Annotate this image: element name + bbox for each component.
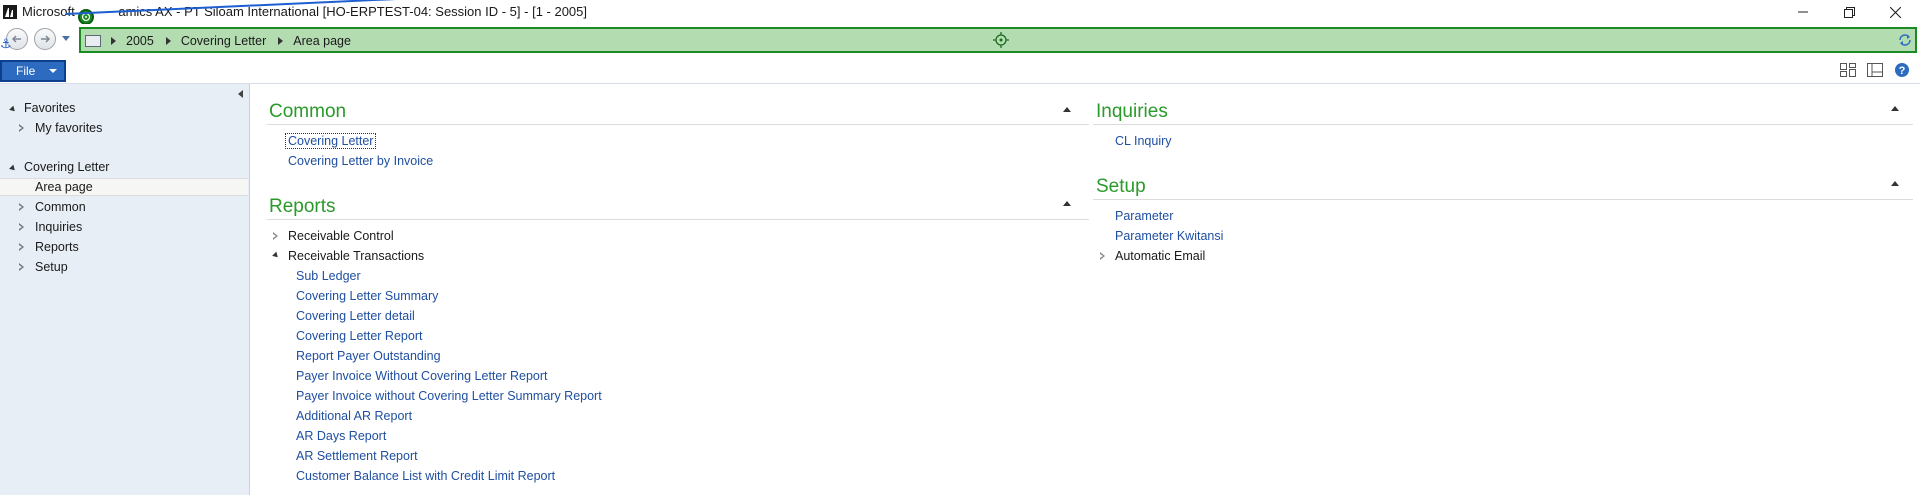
forward-arrow-icon	[41, 35, 51, 43]
anchor-icon: ⚓	[0, 36, 12, 51]
link-report[interactable]: Covering Letter Report	[296, 329, 422, 343]
sidebar-group-covering-letter[interactable]: Covering Letter	[0, 158, 248, 176]
breadcrumb-company[interactable]: 2005	[126, 34, 154, 48]
file-menu-label: File	[16, 64, 36, 78]
collapsed-triangle-icon	[19, 243, 24, 251]
group-receivable-transactions[interactable]: Receivable Transactions	[288, 249, 424, 263]
crosshair-icon	[993, 32, 1009, 48]
collapsed-triangle-icon	[19, 223, 24, 231]
minimize-icon	[1798, 11, 1808, 13]
link-report[interactable]: AR Days Report	[296, 429, 386, 443]
link-report[interactable]: Covering Letter Summary	[296, 289, 438, 303]
collapsed-triangle-icon	[19, 124, 24, 132]
sidebar-group-favorites[interactable]: Favorites	[0, 99, 248, 117]
sidebar-item-label: My favorites	[35, 121, 103, 135]
sidebar-item-area-page[interactable]: Area page	[0, 178, 248, 196]
panel-icon	[1867, 63, 1883, 77]
breadcrumb-separator-icon[interactable]	[111, 37, 116, 45]
link-report[interactable]: Covering Letter detail	[296, 309, 415, 323]
sidebar-item-reports[interactable]: Reports	[0, 238, 248, 256]
collapsed-triangle-icon[interactable]	[273, 232, 278, 240]
sidebar-item-label: Reports	[35, 240, 79, 254]
collapse-pane-icon[interactable]	[238, 90, 243, 98]
section-title-reports: Reports	[269, 196, 336, 217]
collapse-section-icon[interactable]	[1891, 181, 1899, 186]
sidebar-item-inquiries[interactable]: Inquiries	[0, 218, 248, 236]
collapsed-triangle-icon[interactable]	[1100, 252, 1105, 260]
navigation-pane-button[interactable]	[1866, 62, 1884, 78]
forward-button[interactable]	[34, 28, 56, 50]
section-divider	[267, 124, 1089, 125]
collapse-section-icon[interactable]	[1063, 201, 1071, 206]
help-icon: ?	[1895, 63, 1909, 77]
sidebar-item-label: Inquiries	[35, 220, 83, 234]
sidebar-group-label: Covering Letter	[24, 160, 110, 174]
refresh-icon[interactable]	[1897, 32, 1913, 48]
file-menu-button[interactable]: File	[0, 60, 66, 82]
address-grid-icon[interactable]	[85, 35, 101, 47]
section-title-common: Common	[269, 101, 347, 122]
link-report[interactable]: Additional AR Report	[296, 409, 412, 423]
restore-icon	[1843, 6, 1855, 18]
link-report[interactable]: Report Payer Outstanding	[296, 349, 441, 363]
link-parameter-kwitansi[interactable]: Parameter Kwitansi	[1115, 229, 1223, 243]
sidebar-group-label: Favorites	[24, 101, 76, 115]
link-parameter[interactable]: Parameter	[1115, 209, 1173, 223]
command-row: File ?	[0, 58, 1920, 84]
address-bar[interactable]: 2005 Covering Letter Area page	[79, 27, 1917, 53]
collapsed-triangle-icon	[19, 203, 24, 211]
dynamics-ax-logo-icon	[3, 5, 17, 19]
link-report[interactable]: Payer Invoice without Covering Letter Su…	[296, 389, 602, 403]
restore-button[interactable]	[1826, 0, 1872, 24]
expanded-triangle-icon	[9, 164, 17, 173]
link-report[interactable]: Payer Invoice Without Covering Letter Re…	[296, 369, 548, 383]
section-title-setup: Setup	[1096, 176, 1146, 197]
link-cl-inquiry[interactable]: CL Inquiry	[1115, 134, 1172, 148]
breadcrumb-separator-icon[interactable]	[165, 37, 171, 45]
sidebar-item-my-favorites[interactable]: My favorites	[0, 119, 248, 137]
sidebar-item-common[interactable]: Common	[0, 198, 248, 216]
group-receivable-control[interactable]: Receivable Control	[288, 229, 394, 243]
link-report[interactable]: AR Settlement Report	[296, 449, 418, 463]
sidebar-item-setup[interactable]: Setup	[0, 258, 248, 276]
collapse-section-icon[interactable]	[1891, 106, 1899, 111]
section-divider	[1093, 124, 1913, 125]
layout-options-button[interactable]	[1839, 62, 1857, 78]
sidebar-item-label: Area page	[35, 180, 93, 194]
history-dropdown-icon[interactable]	[62, 36, 70, 41]
link-covering-letter-by-invoice[interactable]: Covering Letter by Invoice	[288, 154, 433, 168]
breadcrumb-separator-icon[interactable]	[278, 37, 284, 45]
close-button[interactable]	[1872, 0, 1918, 24]
layout-grid-icon	[1840, 63, 1856, 77]
navigation-pane: Favorites My favorites Covering Letter A…	[0, 84, 250, 495]
svg-text:?: ?	[1899, 65, 1906, 77]
chevron-down-icon	[49, 69, 58, 73]
help-button[interactable]: ?	[1893, 62, 1911, 78]
collapse-section-icon[interactable]	[1063, 107, 1071, 112]
group-automatic-email[interactable]: Automatic Email	[1115, 249, 1205, 263]
expanded-triangle-icon[interactable]	[272, 251, 280, 260]
minimize-button[interactable]	[1780, 0, 1826, 24]
collapsed-triangle-icon	[19, 263, 24, 271]
section-divider	[267, 219, 1089, 220]
breadcrumb-page[interactable]: Area page	[293, 34, 351, 48]
close-icon	[1889, 6, 1901, 18]
section-title-inquiries: Inquiries	[1096, 101, 1168, 122]
link-covering-letter[interactable]: Covering Letter	[284, 133, 377, 149]
breadcrumb-module[interactable]: Covering Letter	[181, 34, 266, 48]
sidebar-item-label: Setup	[35, 260, 68, 274]
expanded-triangle-icon	[9, 105, 17, 114]
link-report[interactable]: Sub Ledger	[296, 269, 361, 283]
sidebar-item-label: Common	[35, 200, 86, 214]
area-page-content: Common Covering Letter Covering Letter b…	[251, 84, 1920, 495]
section-divider	[1093, 199, 1913, 200]
link-report[interactable]: Customer Balance List with Credit Limit …	[296, 469, 555, 483]
